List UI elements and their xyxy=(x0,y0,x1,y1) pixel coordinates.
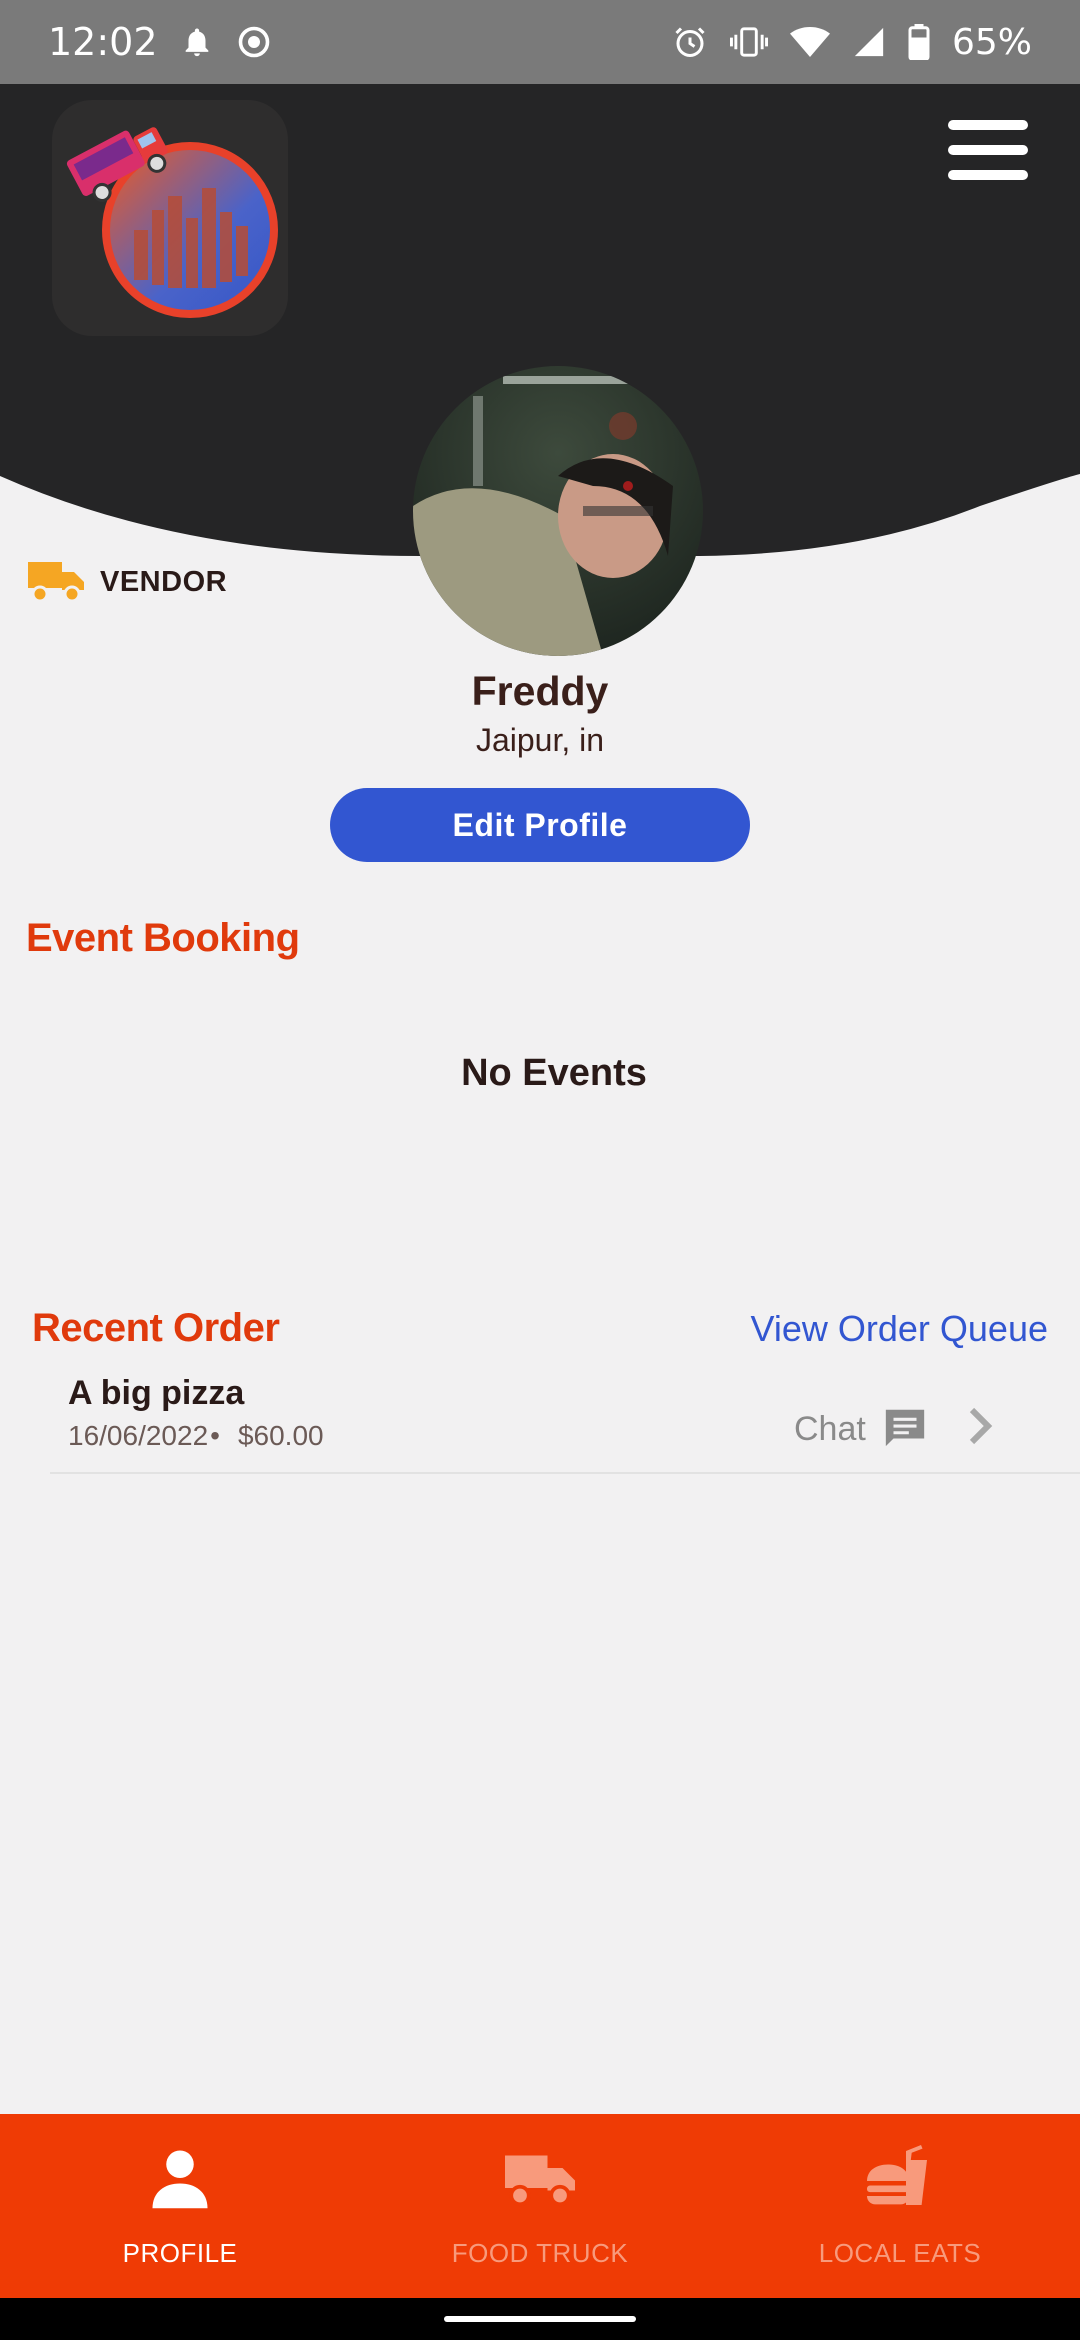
profile-name: Freddy xyxy=(471,668,609,714)
wifi-icon xyxy=(789,25,830,59)
vendor-badge: VENDOR xyxy=(26,556,227,609)
hamburger-menu-icon[interactable] xyxy=(948,120,1028,180)
order-row[interactable]: A big pizza 16/06/2022 • $60.00 Chat xyxy=(50,1370,1080,1474)
screen-record-icon xyxy=(236,24,272,60)
nav-item-profile[interactable]: PROFILE xyxy=(0,2114,360,2298)
bottom-navigation: PROFILE FOOD TRUCK LOCAL EATS xyxy=(0,2114,1080,2298)
chevron-right-icon[interactable] xyxy=(968,1406,994,1451)
edit-profile-button[interactable]: Edit Profile xyxy=(330,788,750,862)
vendor-label: VENDOR xyxy=(100,566,228,598)
nav-item-local-eats[interactable]: LOCAL EATS xyxy=(720,2114,1080,2298)
order-date: 16/06/2022 xyxy=(68,1420,209,1451)
chat-icon xyxy=(882,1404,928,1455)
chat-label: Chat xyxy=(794,1410,866,1448)
order-meta: 16/06/2022 • $60.00 xyxy=(68,1420,324,1452)
nav-label-profile: PROFILE xyxy=(122,2238,238,2268)
recent-order-title: Recent Order xyxy=(32,1306,280,1350)
event-booking-title: Event Booking xyxy=(26,916,300,960)
order-separator: • xyxy=(210,1420,220,1451)
person-icon xyxy=(147,2138,213,2218)
truck-icon xyxy=(26,556,86,609)
no-events-text: No Events xyxy=(461,1052,647,1094)
gesture-navigation-bar xyxy=(0,2298,1080,2340)
truck-icon xyxy=(502,2138,578,2218)
status-bar: 12:02 65% xyxy=(0,0,1080,84)
nav-label-local-eats: LOCAL EATS xyxy=(818,2238,982,2268)
battery-icon xyxy=(908,24,930,60)
order-name: A big pizza xyxy=(68,1374,245,1412)
view-order-queue-link[interactable]: View Order Queue xyxy=(751,1308,1049,1350)
nav-label-food-truck: FOOD TRUCK xyxy=(451,2238,629,2268)
bell-icon xyxy=(180,25,214,59)
order-price: $60.00 xyxy=(237,1420,324,1451)
profile-location: Jaipur, in xyxy=(475,722,605,758)
chat-button[interactable]: Chat xyxy=(794,1404,928,1455)
avatar[interactable] xyxy=(413,366,703,656)
app-logo[interactable] xyxy=(52,100,288,336)
status-time: 12:02 xyxy=(48,20,158,64)
fast-food-icon xyxy=(864,2138,936,2218)
signal-icon xyxy=(852,25,886,59)
battery-percent: 65% xyxy=(951,21,1032,63)
nav-item-food-truck[interactable]: FOOD TRUCK xyxy=(360,2114,720,2298)
vibrate-icon xyxy=(729,24,768,60)
home-gesture-handle[interactable] xyxy=(444,2316,636,2322)
alarm-icon xyxy=(672,24,708,60)
